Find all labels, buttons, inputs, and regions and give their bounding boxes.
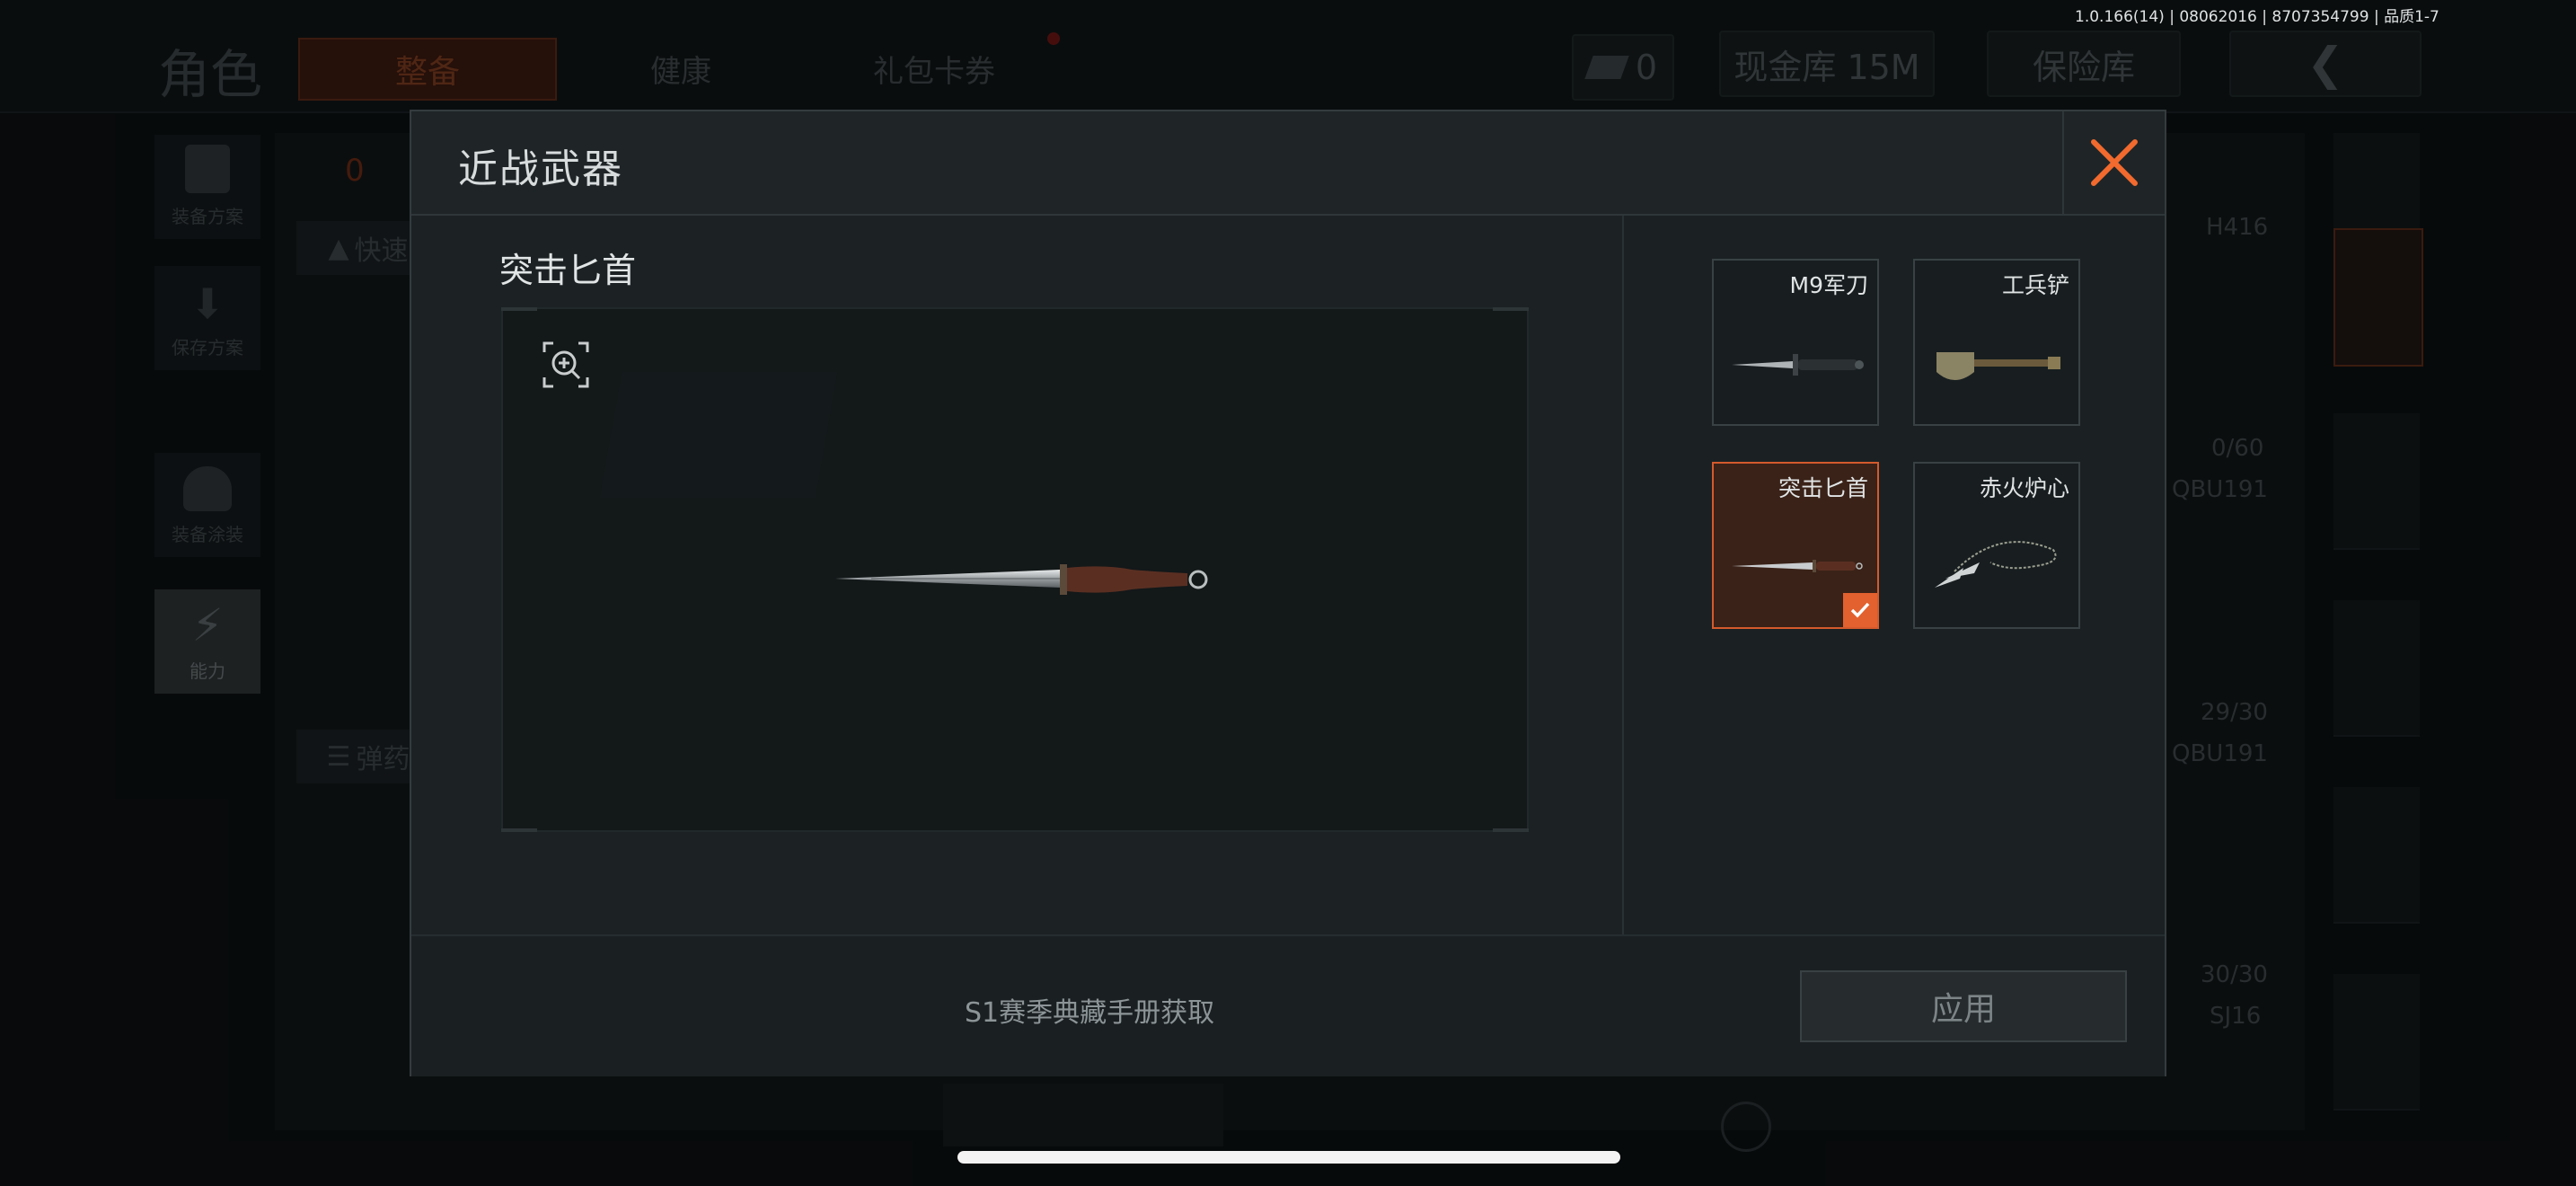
- home-indicator[interactable]: [957, 1151, 1620, 1164]
- weapon-card-shovel[interactable]: 工兵铲: [1913, 259, 2080, 426]
- selected-check: [1843, 593, 1877, 627]
- dialog-title: 近战武器: [458, 146, 623, 192]
- version-info: 1.0.166(14) | 08062016 | 8707354799 | 品质…: [2075, 8, 2439, 26]
- melee-weapon-dialog: 近战武器 突击匕首 M9军刀 工兵铲 突击匕首 赤火炉心 S1赛季典藏手册获取 …: [410, 110, 2166, 1076]
- dagger-icon: [1732, 560, 1863, 572]
- dialog-header: 近战武器: [411, 111, 2165, 216]
- preview-corner-bl: [501, 828, 537, 832]
- dialog-footer: S1赛季典藏手册获取 应用: [411, 934, 2165, 1076]
- close-icon: [2091, 139, 2138, 186]
- preview-corner-tr: [1493, 307, 1529, 311]
- apply-button[interactable]: 应用: [1800, 970, 2127, 1042]
- dagger-icon: [835, 564, 1208, 595]
- acquire-source-text: S1赛季典藏手册获取: [965, 997, 1215, 1029]
- rope-dart-icon: [1935, 541, 2057, 588]
- shovel-icon: [1936, 352, 2060, 380]
- zoom-in-icon: [543, 341, 589, 388]
- item-preview: [501, 307, 1529, 832]
- bayonet-icon: [1732, 354, 1864, 376]
- weapon-card-rope-dart[interactable]: 赤火炉心: [1913, 462, 2080, 629]
- checkmark-icon: [1850, 602, 1870, 618]
- preview-corner-br: [1493, 828, 1529, 832]
- zoom-button[interactable]: [543, 341, 589, 388]
- close-button[interactable]: [2062, 111, 2165, 214]
- weapon-card-m9[interactable]: M9军刀: [1712, 259, 1879, 426]
- selected-item-name: 突击匕首: [499, 251, 637, 290]
- weapon-card-assault-dagger[interactable]: 突击匕首: [1712, 462, 1879, 629]
- preview-pane: 突击匕首: [411, 216, 1622, 1042]
- preview-corner-tl: [501, 307, 537, 311]
- weapon-grid: M9军刀 工兵铲 突击匕首 赤火炉心: [1622, 216, 2165, 1042]
- watermark-logo: [599, 372, 838, 498]
